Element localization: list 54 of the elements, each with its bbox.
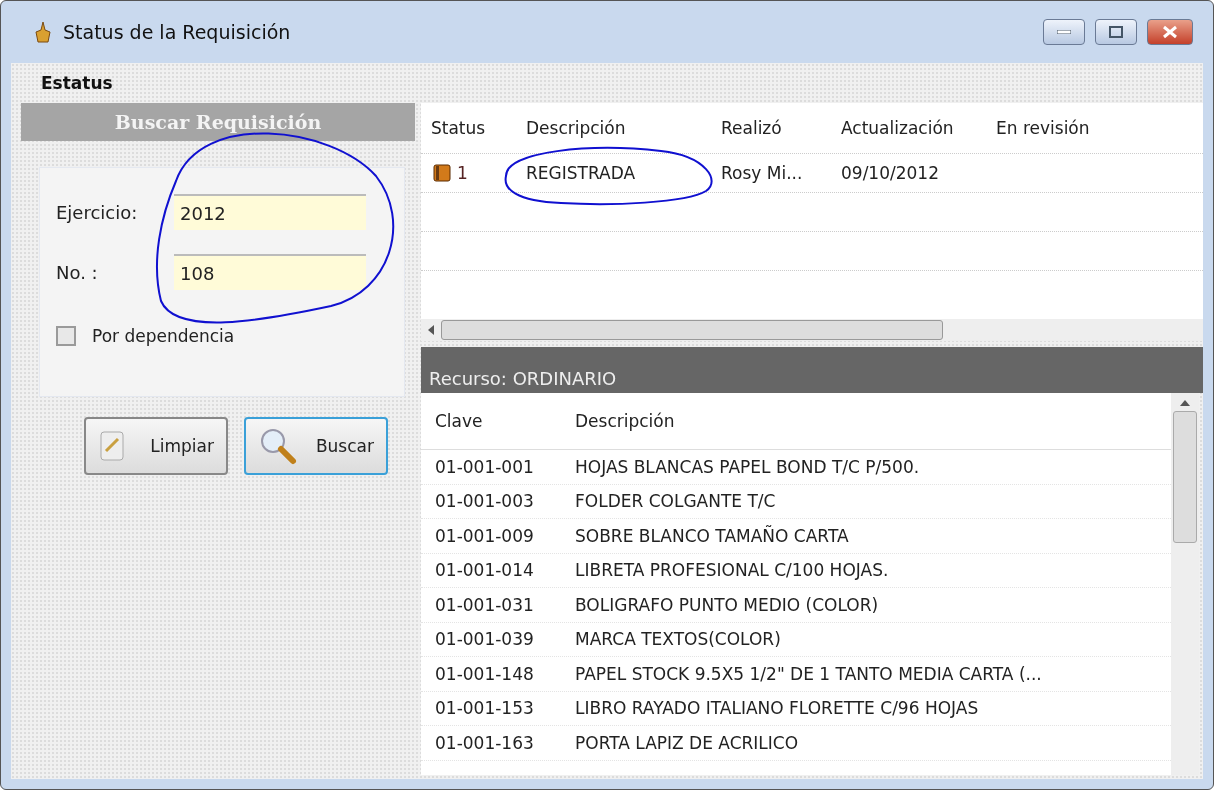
clear-button[interactable]: Limpiar — [84, 417, 228, 475]
maximize-icon — [1109, 26, 1123, 38]
horizontal-scrollbar[interactable] — [421, 319, 1203, 341]
column-header[interactable]: Descripción — [516, 118, 711, 138]
vertical-scrollbar[interactable] — [1171, 393, 1199, 775]
table-cell-text: Rosy Mi... — [720, 163, 804, 183]
table-cell: 1 — [421, 163, 516, 183]
column-header[interactable]: Descripción — [561, 411, 1171, 431]
table-cell-text: REGISTRADA — [525, 163, 637, 183]
maximize-button[interactable] — [1095, 19, 1137, 45]
field-label: Ejercicio: — [56, 201, 139, 223]
table-cell-text: LIBRETA PROFESIONAL C/100 HOJAS. — [574, 560, 890, 581]
up-arrow-icon[interactable] — [1180, 399, 1190, 407]
checkbox[interactable] — [56, 326, 76, 346]
table-cell-text: 01-001-153 — [434, 698, 535, 719]
checkbox-label: Por dependencia — [92, 326, 235, 346]
panel-title: Buscar Requisición — [21, 103, 415, 141]
column-header[interactable]: Actualización — [831, 118, 986, 138]
table-cell-text: PORTA LAPIZ DE ACRILICO — [574, 732, 800, 753]
search-icon — [258, 426, 298, 466]
table-cell-text: 01-001-031 — [434, 594, 535, 615]
input-field[interactable]: 108 — [174, 254, 366, 290]
app-icon — [33, 20, 53, 44]
table-cell-text: LIBRO RAYADO ITALIANO FLORETTE C/96 HOJAS — [574, 698, 980, 719]
resource-label: Recurso: ORDINARIO — [421, 347, 1203, 393]
left-arrow-icon[interactable] — [427, 325, 435, 335]
menu-item[interactable]: Estatus — [41, 73, 113, 93]
column-header[interactable]: En revisión — [986, 118, 1203, 138]
window-title: Status de la Requisición — [63, 21, 292, 43]
table-cell-text: 01-001-148 — [434, 663, 535, 684]
field-label: No. : — [56, 261, 99, 283]
minimize-button[interactable] — [1043, 19, 1085, 45]
column-header[interactable]: Clave — [421, 411, 561, 431]
column-header[interactable]: Realizó — [711, 118, 831, 138]
table-cell-text: 01-001-001 — [434, 456, 535, 477]
table-cell-text: 01-001-163 — [434, 732, 535, 753]
table-cell-text: SOBRE BLANCO TAMAÑO CARTA — [574, 525, 850, 546]
column-header[interactable]: Status — [421, 118, 516, 138]
table-cell-text: MARCA TEXTOS(COLOR) — [574, 629, 782, 650]
input-field[interactable]: 2012 — [174, 194, 366, 230]
table-cell-text: BOLIGRAFO PUNTO MEDIO (COLOR) — [574, 594, 880, 615]
table-cell-text: HOJAS BLANCAS PAPEL BOND T/C P/500. — [574, 456, 921, 477]
minimize-icon — [1057, 30, 1071, 34]
search-button[interactable]: Buscar — [244, 417, 388, 475]
book-icon — [433, 164, 451, 182]
close-button[interactable] — [1147, 19, 1193, 45]
table-cell-text: 01-001-039 — [434, 629, 535, 650]
table-cell-text: 01-001-003 — [434, 491, 535, 512]
table-cell-text: FOLDER COLGANTE T/C — [574, 491, 777, 512]
close-icon — [1162, 25, 1178, 39]
table-cell-text: 01-001-009 — [434, 525, 535, 546]
table-cell-text: 09/10/2012 — [840, 163, 940, 183]
table-cell-text: PAPEL STOCK 9.5X5 1/2" DE 1 TANTO MEDIA CARTA (... — [574, 663, 1043, 684]
table-cell-text: 01-001-014 — [434, 560, 535, 581]
